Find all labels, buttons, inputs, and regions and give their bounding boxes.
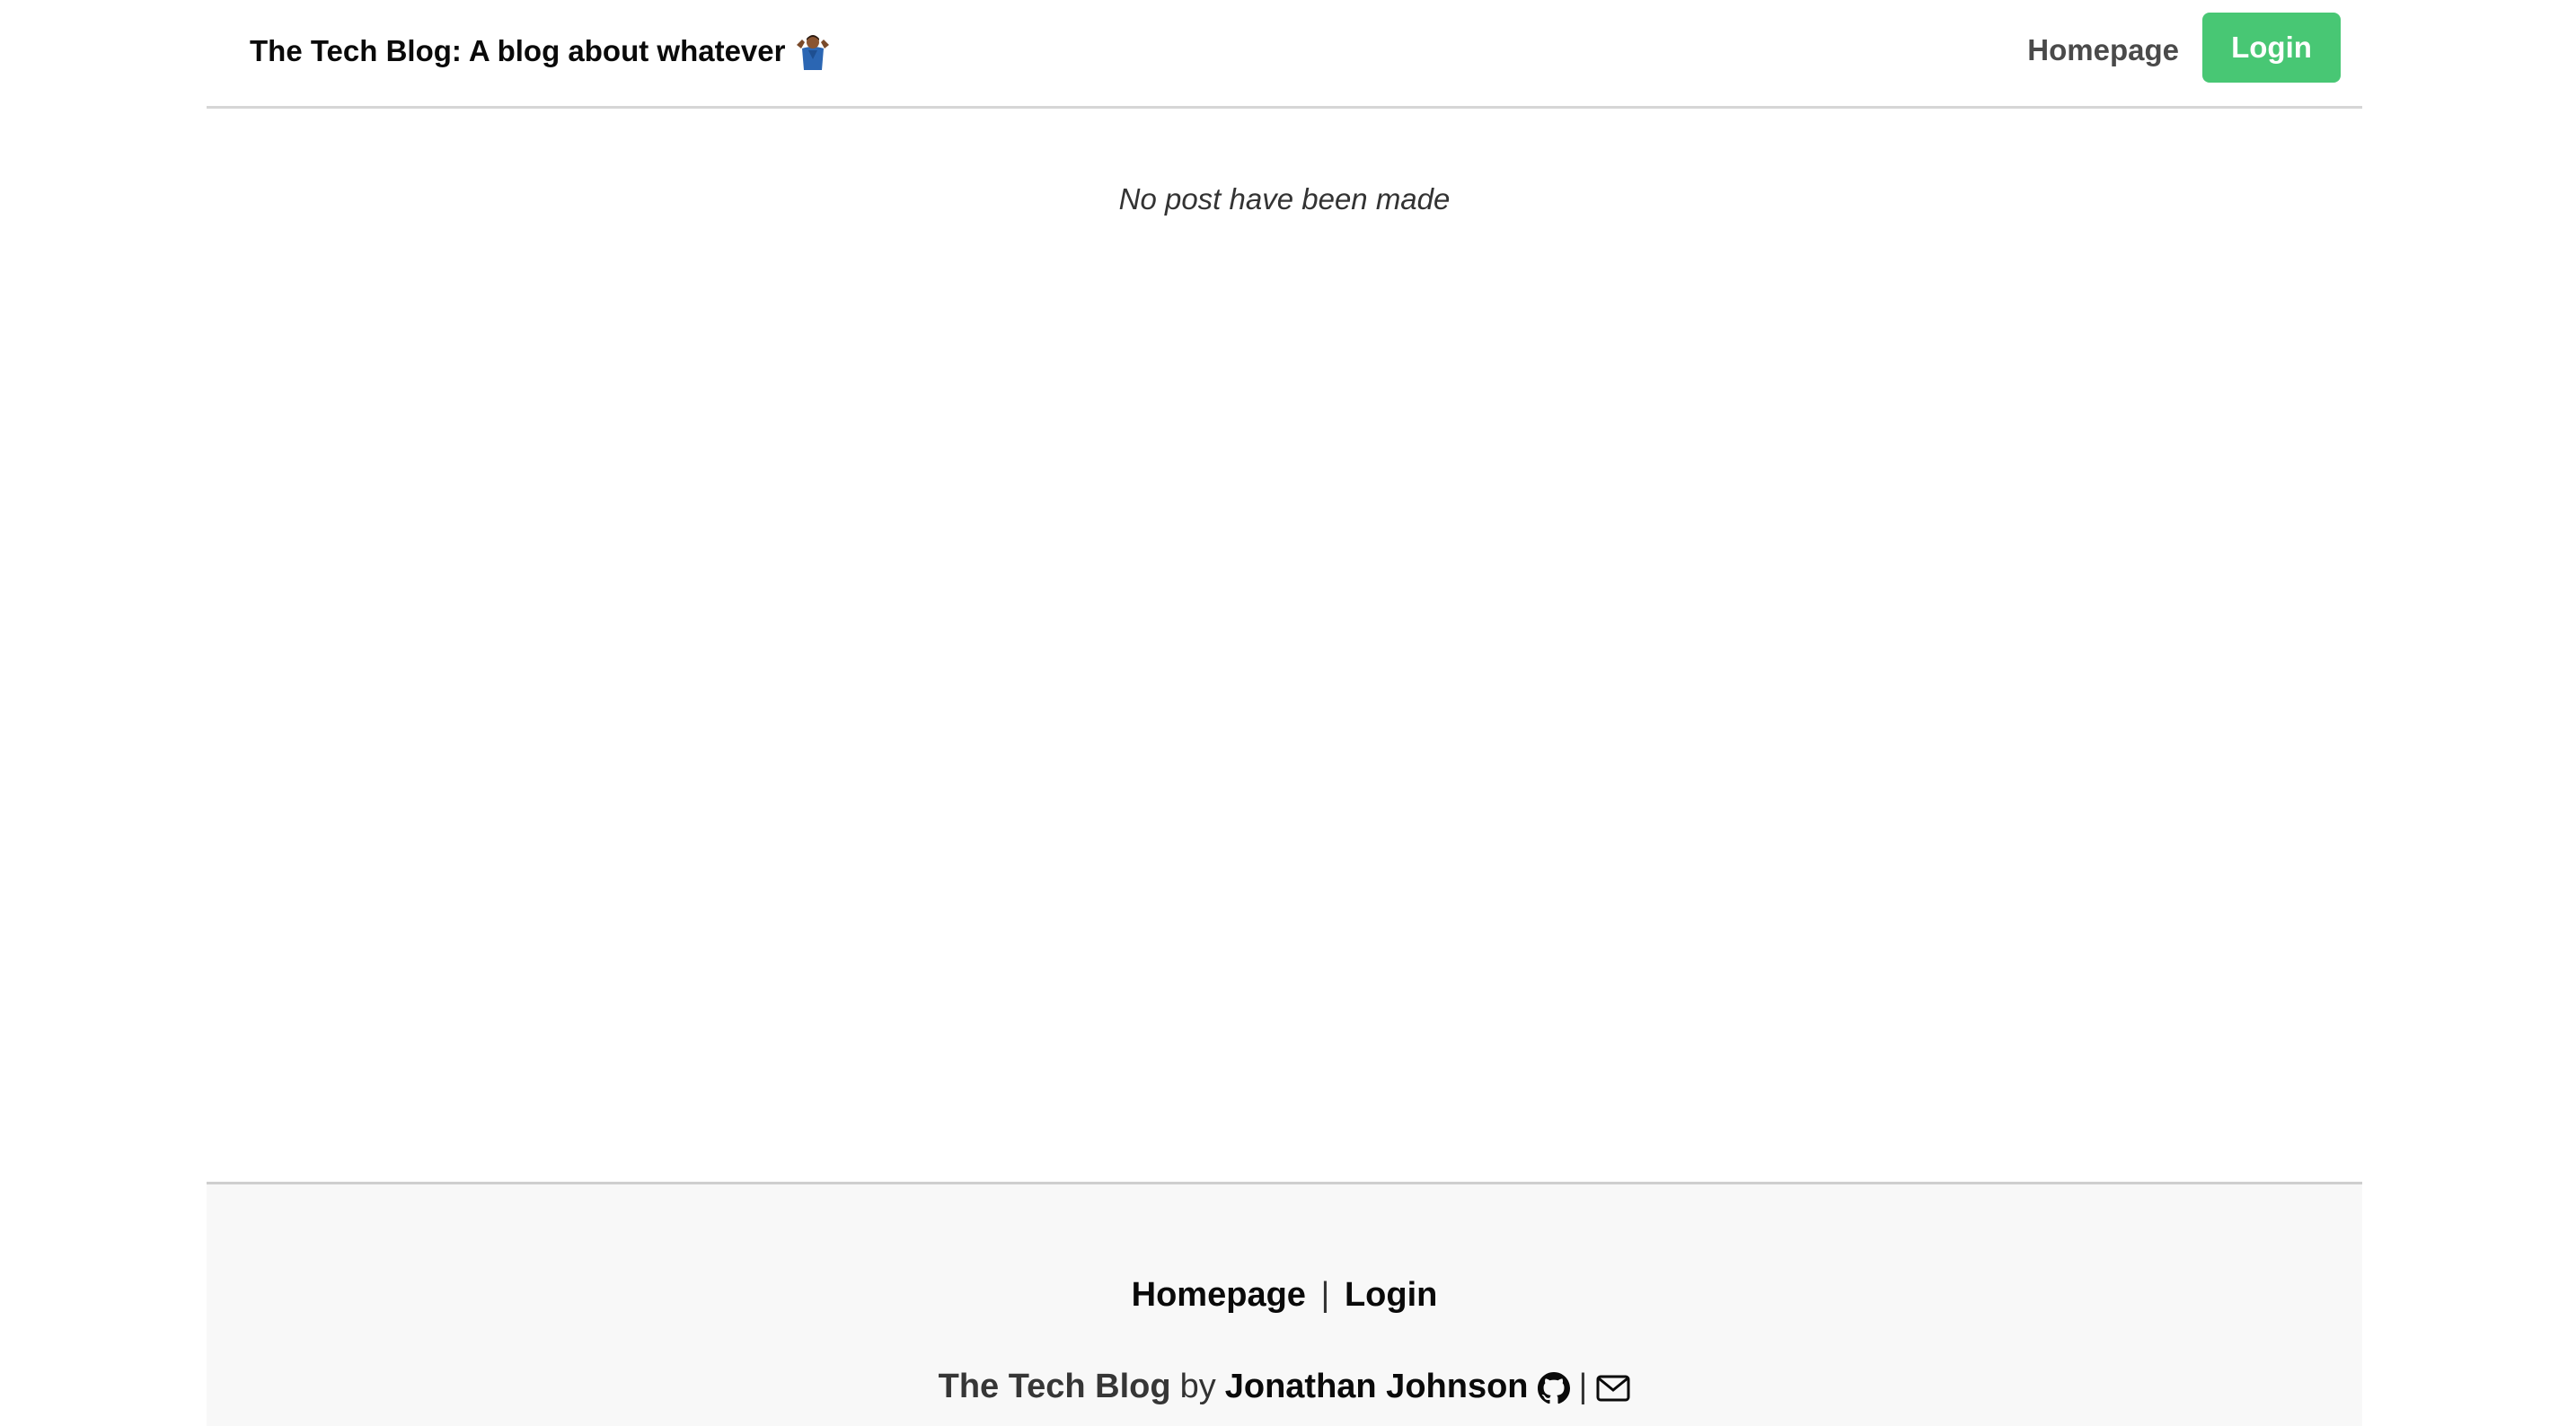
top-nav: Homepage Login [2027, 13, 2341, 83]
brand[interactable]: The Tech Blog: A blog about whatever [250, 32, 832, 71]
footer-homepage-link[interactable]: Homepage [1132, 1276, 1306, 1314]
login-button[interactable]: Login [2202, 13, 2341, 83]
credit-author-link[interactable]: Jonathan Johnson [1225, 1368, 1529, 1406]
footer-links: Homepage | Login [207, 1276, 2362, 1315]
credit-site-name: The Tech Blog [938, 1368, 1171, 1405]
site-footer: Homepage | Login The Tech Blog by Jonath… [207, 1182, 2362, 1426]
person-shrugging-icon [794, 32, 832, 71]
footer-links-separator: | [1320, 1276, 1330, 1314]
github-icon[interactable] [1537, 1368, 1570, 1406]
nav-homepage-link[interactable]: Homepage [2027, 28, 2179, 67]
envelope-icon[interactable] [1596, 1368, 1630, 1406]
main-content: No post have been made [207, 106, 2362, 1182]
footer-credit: The Tech Blog by Jonathan Johnson | [207, 1368, 2362, 1406]
footer-login-link[interactable]: Login [1345, 1276, 1437, 1314]
credit-by: by [1179, 1368, 1216, 1405]
empty-posts-message: No post have been made [1118, 182, 1451, 216]
credit-separator: | [1578, 1368, 1588, 1405]
brand-title: The Tech Blog: A blog about whatever [250, 34, 786, 67]
site-header: The Tech Blog: A blog about whatever Hom… [207, 0, 2362, 109]
page: The Tech Blog: A blog about whatever Hom… [0, 0, 2576, 1426]
